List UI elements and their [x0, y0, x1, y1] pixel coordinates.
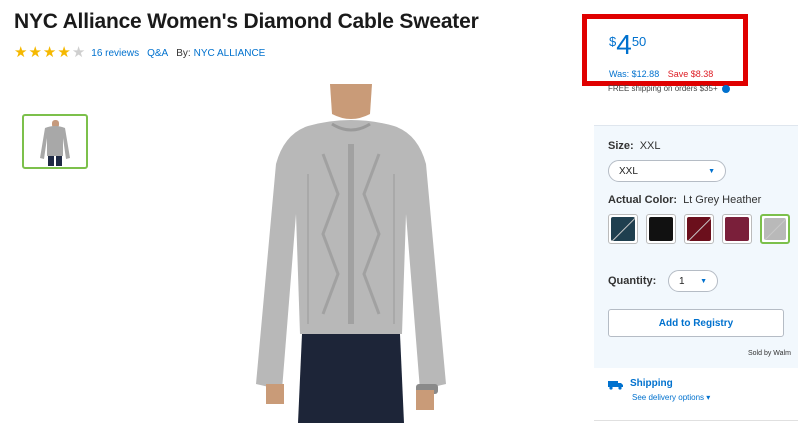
truck-icon	[608, 381, 623, 390]
star-icon: ★	[14, 44, 28, 61]
color-label: Actual Color:	[608, 194, 678, 206]
by-label: By:	[176, 47, 191, 59]
star-icon: ★	[57, 44, 71, 61]
price-dollars: 4	[616, 29, 632, 60]
shipping-title[interactable]: Shipping	[630, 378, 673, 389]
quantity-value: 1	[679, 275, 685, 287]
star-empty-icon: ★	[71, 44, 86, 61]
product-options-panel: Size: XXL XXL ▼ Actual Color: Lt Grey Heat…	[594, 125, 798, 368]
swatch-black[interactable]	[646, 214, 676, 244]
star-icon: ★	[28, 44, 42, 61]
swatch-wine[interactable]	[722, 214, 752, 244]
product-title: NYC Alliance Women's Diamond Cable Sweat…	[14, 10, 479, 33]
size-select[interactable]: XXL ▼	[608, 160, 726, 182]
price-currency: $	[609, 34, 617, 49]
quantity-row: Quantity:	[608, 275, 662, 287]
free-shipping-text: FREE shipping on orders $35+	[608, 84, 718, 93]
size-row: Size: XXL	[608, 140, 660, 152]
sweater-thumbnail-icon	[40, 119, 70, 166]
divider	[594, 420, 798, 421]
size-value: XXL	[639, 140, 661, 152]
price-highlight-box: $ 4 50 Was: $12.88 Save $8.38	[582, 14, 748, 86]
free-shipping-note: FREE shipping on orders $35+	[608, 84, 748, 93]
delivery-options-link[interactable]: See delivery options ▾	[632, 393, 710, 402]
color-value: Lt Grey Heather	[683, 194, 762, 206]
was-price: Was: $12.88	[609, 69, 660, 79]
chevron-down-icon: ▼	[708, 167, 715, 175]
swatch-lt-grey-heather[interactable]	[760, 214, 790, 244]
swatch-burgundy[interactable]	[684, 214, 714, 244]
brand-link[interactable]: NYC ALLIANCE	[194, 48, 266, 59]
quantity-label: Quantity:	[608, 275, 657, 287]
star-icon: ★	[42, 44, 57, 61]
size-select-value: XXL	[619, 165, 638, 177]
info-icon[interactable]	[721, 84, 730, 93]
product-thumbnail[interactable]	[22, 114, 88, 169]
color-swatches	[608, 214, 790, 244]
price-cents: 50	[631, 34, 647, 49]
star-rating[interactable]: ★ ★ ★ ★ ★	[14, 44, 86, 61]
size-label: Size:	[608, 140, 634, 152]
was-price-line: Was: $12.88 Save $8.38	[609, 69, 713, 79]
chevron-down-icon: ▼	[700, 277, 707, 285]
qa-link[interactable]: Q&A	[147, 48, 168, 59]
delivery-options-text: See delivery options	[632, 393, 705, 402]
chevron-down-icon: ▾	[706, 393, 711, 402]
rating-row: ★ ★ ★ ★ ★ 16 reviews Q&A By: NYC ALLIANC…	[14, 44, 266, 61]
product-image	[256, 84, 446, 423]
sold-by: Sold by Walm	[748, 350, 791, 357]
current-price: $ 4 50	[609, 31, 646, 59]
add-to-registry-button[interactable]: Add to Registry	[608, 309, 784, 337]
reviews-link[interactable]: 16 reviews	[91, 48, 139, 59]
swatch-teal-navy[interactable]	[608, 214, 638, 244]
save-amount: Save $8.38	[667, 69, 714, 79]
quantity-select[interactable]: 1 ▼	[668, 270, 718, 292]
color-row: Actual Color: Lt Grey Heather	[608, 194, 761, 206]
